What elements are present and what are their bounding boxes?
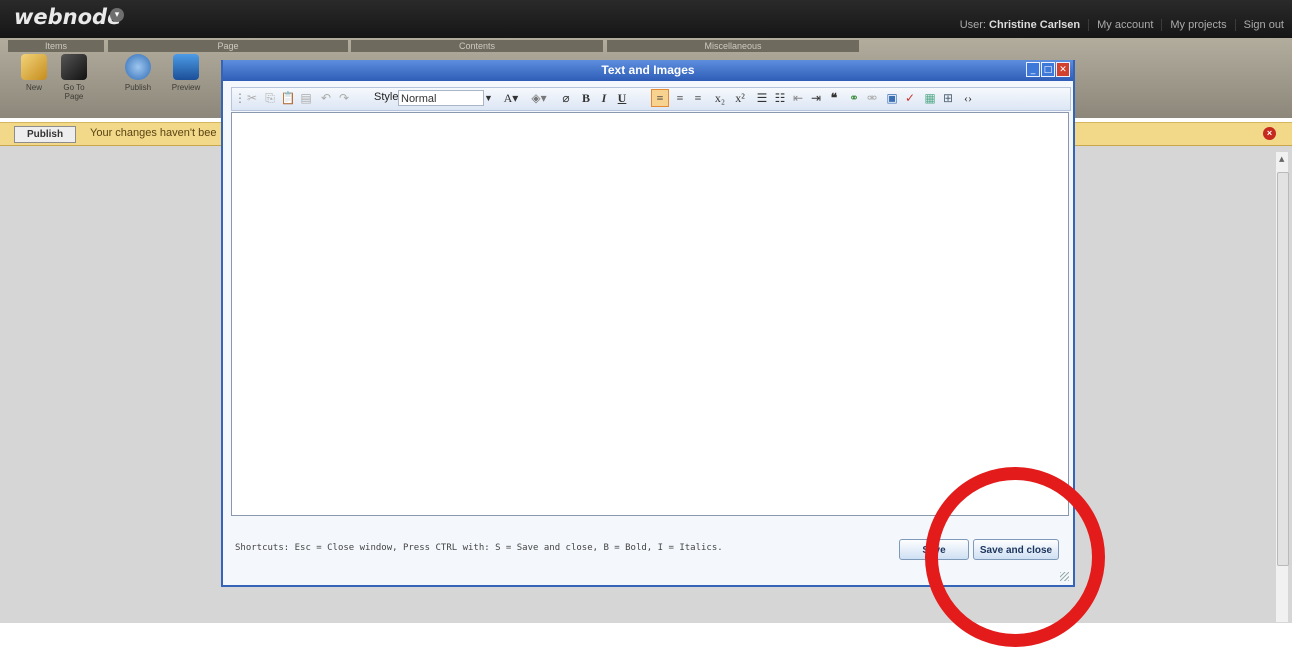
go-to-page-button[interactable]: Go To Page (54, 54, 94, 101)
spellcheck-icon[interactable]: ✓ (902, 90, 918, 106)
go-to-page-label: Go To Page (63, 83, 85, 101)
publish-ribbon-label: Publish (124, 83, 152, 92)
media-icon[interactable]: ▦ (922, 90, 938, 106)
ribbon-group-page: Page (108, 40, 348, 52)
user-info: User: Christine Carlsen (952, 19, 1088, 31)
preview-label: Preview (171, 83, 201, 92)
new-button[interactable]: New (14, 54, 54, 92)
publish-icon (125, 54, 151, 80)
user-links: User: Christine Carlsen My account My pr… (952, 15, 1292, 35)
scrollbar-thumb[interactable] (1277, 172, 1289, 566)
outdent-icon[interactable]: ⇤ (790, 90, 806, 106)
editor-toolbar: ⋮ ✂ ⎘ 📋 ▤ ↶ ↷ Style Normal ▼ A▾ ◈▾ ⌀ B I… (231, 87, 1071, 111)
superscript-icon[interactable]: x² (732, 90, 748, 106)
sign-out-link[interactable]: Sign out (1234, 19, 1292, 31)
image-icon[interactable]: ▣ (884, 90, 900, 106)
top-bar: webnode ▾ User: Christine Carlsen My acc… (0, 0, 1292, 38)
underline-icon[interactable]: U (614, 90, 630, 106)
unlink-icon[interactable]: ⚮ (864, 90, 880, 106)
ordered-list-icon[interactable]: ☰ (754, 90, 770, 106)
my-account-link[interactable]: My account (1088, 19, 1161, 31)
red-circle-annotation (925, 467, 1105, 647)
feather-icon (61, 54, 87, 80)
minimize-icon[interactable]: _ (1026, 62, 1040, 77)
copy-icon[interactable]: ⎘ (262, 90, 278, 106)
webnode-logo[interactable]: webnode (14, 5, 121, 29)
scroll-up-arrow-icon[interactable]: ▲ (1279, 155, 1284, 163)
preview-button[interactable]: Preview (166, 54, 206, 92)
user-name: Christine Carlsen (989, 19, 1081, 31)
pencil-icon (21, 54, 47, 80)
subscript-icon[interactable]: x₂ (712, 90, 728, 106)
style-select[interactable]: Normal (398, 90, 484, 106)
cut-icon[interactable]: ✂ (244, 90, 260, 106)
notice-publish-button[interactable]: Publish (14, 126, 76, 143)
logo-menu-caret-icon[interactable]: ▾ (110, 8, 124, 22)
style-dropdown-arrow-icon[interactable]: ▼ (484, 90, 493, 106)
text-editor-area[interactable] (231, 112, 1069, 516)
maximize-icon[interactable]: □ (1041, 62, 1055, 77)
link-icon[interactable]: ⚭ (846, 90, 862, 106)
align-right-icon[interactable]: ≡ (690, 90, 706, 106)
paste-text-icon[interactable]: ▤ (298, 90, 314, 106)
publish-ribbon-button[interactable]: Publish (118, 54, 158, 92)
bg-color-icon[interactable]: ◈▾ (526, 90, 552, 106)
blockquote-icon[interactable]: ❝ (826, 90, 842, 106)
align-center-icon[interactable]: ≡ (672, 90, 688, 106)
eraser-icon[interactable]: ⌀ (558, 90, 574, 106)
italic-icon[interactable]: I (596, 90, 612, 106)
indent-icon[interactable]: ⇥ (808, 90, 824, 106)
align-left-icon[interactable]: ≡ (652, 90, 668, 106)
table-icon[interactable]: ⊞ (940, 90, 956, 106)
new-button-label: New (25, 83, 42, 92)
close-icon[interactable]: × (1263, 127, 1276, 140)
shortcuts-hint: Shortcuts: Esc = Close window, Press CTR… (235, 543, 723, 553)
source-icon[interactable]: ‹› (960, 90, 976, 106)
paste-icon[interactable]: 📋 (280, 90, 296, 106)
dialog-title[interactable]: Text and Images (223, 60, 1073, 81)
monitor-icon (173, 54, 199, 80)
user-label: User: (959, 19, 986, 31)
close-dialog-icon[interactable]: ✕ (1056, 62, 1070, 77)
font-color-icon[interactable]: A▾ (498, 90, 524, 106)
ribbon-group-contents: Contents (351, 40, 603, 52)
unordered-list-icon[interactable]: ☷ (772, 90, 788, 106)
my-projects-link[interactable]: My projects (1161, 19, 1234, 31)
bold-icon[interactable]: B (578, 90, 594, 106)
style-label: Style (374, 91, 399, 103)
window-controls: _ □ ✕ (1026, 62, 1070, 77)
ribbon-group-items: Items (8, 40, 104, 52)
notice-text: Your changes haven't bee (90, 127, 217, 139)
undo-icon[interactable]: ↶ (318, 90, 334, 106)
ribbon-group-miscellaneous: Miscellaneous (607, 40, 859, 52)
redo-icon[interactable]: ↷ (336, 90, 352, 106)
